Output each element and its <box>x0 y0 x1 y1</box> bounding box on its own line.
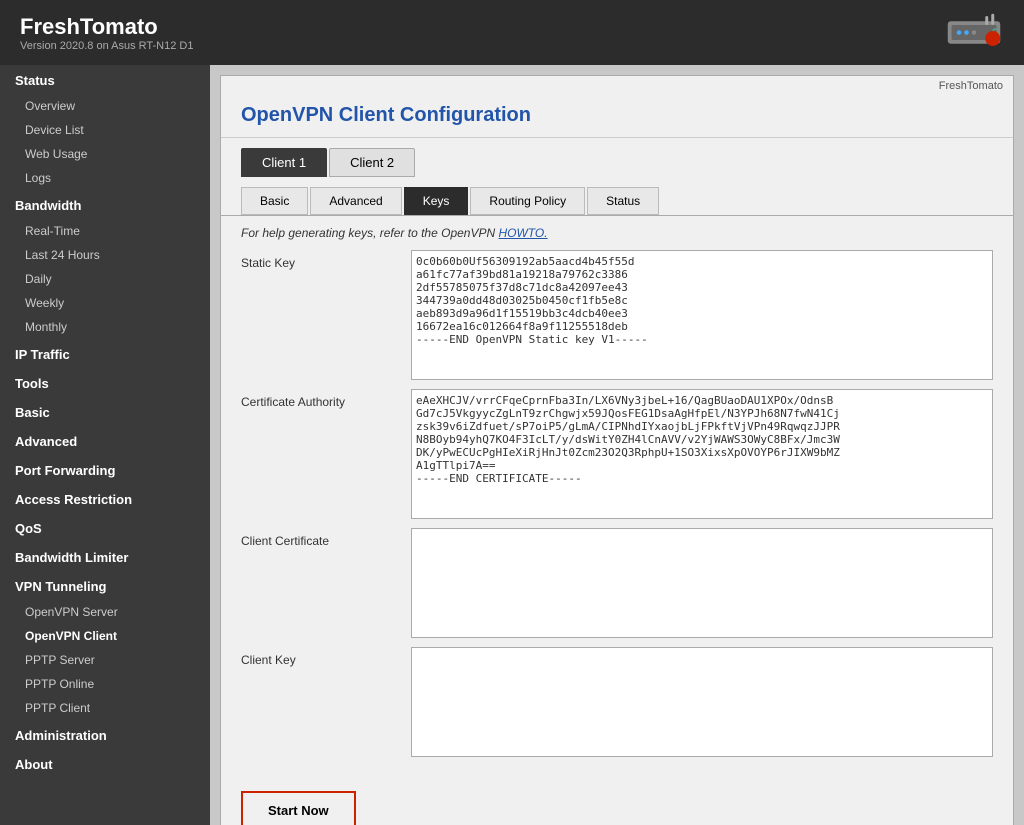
cert-authority-label: Certificate Authority <box>241 389 411 409</box>
content-breadcrumb: FreshTomato <box>221 76 1013 96</box>
sidebar: Status Overview Device List Web Usage Lo… <box>0 65 210 825</box>
client-key-label: Client Key <box>241 647 411 667</box>
sub-tabs: Basic Advanced Keys Routing Policy Statu… <box>221 177 1013 216</box>
client-cert-input[interactable] <box>411 528 993 638</box>
sidebar-item-pptp-client[interactable]: PPTP Client <box>0 696 210 720</box>
sidebar-section-access[interactable]: Access Restriction <box>0 484 210 513</box>
sidebar-item-realtime[interactable]: Real-Time <box>0 219 210 243</box>
tab-client1[interactable]: Client 1 <box>241 148 327 177</box>
sidebar-section-portfwd[interactable]: Port Forwarding <box>0 455 210 484</box>
sidebar-section-bwlimit[interactable]: Bandwidth Limiter <box>0 542 210 571</box>
sidebar-item-monthly[interactable]: Monthly <box>0 315 210 339</box>
subtab-routing[interactable]: Routing Policy <box>470 187 585 215</box>
sidebar-section-admin[interactable]: Administration <box>0 720 210 749</box>
howto-link[interactable]: HOWTO. <box>498 226 547 240</box>
sidebar-section-advanced[interactable]: Advanced <box>0 426 210 455</box>
start-now-area: Start Now <box>221 776 1013 825</box>
subtab-status[interactable]: Status <box>587 187 659 215</box>
sidebar-section-qos[interactable]: QoS <box>0 513 210 542</box>
content-area: FreshTomato OpenVPN Client Configuration… <box>210 65 1024 825</box>
sidebar-section-iptraffic[interactable]: IP Traffic <box>0 339 210 368</box>
app-subtitle: Version 2020.8 on Asus RT-N12 D1 <box>20 40 193 52</box>
sidebar-item-pptp-server[interactable]: PPTP Server <box>0 648 210 672</box>
subtab-advanced[interactable]: Advanced <box>310 187 401 215</box>
subtab-keys[interactable]: Keys <box>404 187 469 215</box>
help-text: For help generating keys, refer to the O… <box>221 216 1013 250</box>
sidebar-item-web-usage[interactable]: Web Usage <box>0 142 210 166</box>
sidebar-item-daily[interactable]: Daily <box>0 267 210 291</box>
cert-authority-input[interactable]: eAeXHCJV/vrrCFqeCprnFba3In/LX6VNy3jbeL+1… <box>411 389 993 519</box>
sidebar-item-openvpn-server[interactable]: OpenVPN Server <box>0 600 210 624</box>
sidebar-section-basic[interactable]: Basic <box>0 397 210 426</box>
top-header: FreshTomato Version 2020.8 on Asus RT-N1… <box>0 0 1024 65</box>
static-key-input[interactable]: 0c0b60b0Uf56309192ab5aacd4b45f55d a61fc7… <box>411 250 993 380</box>
sidebar-section-vpn[interactable]: VPN Tunneling <box>0 571 210 600</box>
logo-area: FreshTomato Version 2020.8 on Asus RT-N1… <box>20 14 193 52</box>
static-key-label: Static Key <box>241 250 411 270</box>
client-cert-label: Client Certificate <box>241 528 411 548</box>
main-layout: Status Overview Device List Web Usage Lo… <box>0 65 1024 825</box>
router-icon <box>944 10 1004 55</box>
start-now-button[interactable]: Start Now <box>241 791 356 825</box>
tab-client2[interactable]: Client 2 <box>329 148 415 177</box>
client-cert-row: Client Certificate <box>241 528 993 641</box>
static-key-row: Static Key 0c0b60b0Uf56309192ab5aacd4b45… <box>241 250 993 383</box>
sidebar-item-device-list[interactable]: Device List <box>0 118 210 142</box>
cert-authority-field: eAeXHCJV/vrrCFqeCprnFba3In/LX6VNy3jbeL+1… <box>411 389 993 522</box>
static-key-field: 0c0b60b0Uf56309192ab5aacd4b45f55d a61fc7… <box>411 250 993 383</box>
page-title: OpenVPN Client Configuration <box>221 96 1013 138</box>
sidebar-section-bandwidth[interactable]: Bandwidth <box>0 190 210 219</box>
sidebar-item-overview[interactable]: Overview <box>0 94 210 118</box>
sidebar-section-about[interactable]: About <box>0 749 210 778</box>
client-key-field <box>411 647 993 760</box>
help-text-prefix: For help generating keys, refer to the O… <box>241 226 498 240</box>
content-panel: FreshTomato OpenVPN Client Configuration… <box>220 75 1014 825</box>
client-key-row: Client Key <box>241 647 993 760</box>
sidebar-item-logs[interactable]: Logs <box>0 166 210 190</box>
sidebar-section-status[interactable]: Status <box>0 65 210 94</box>
form-area: Static Key 0c0b60b0Uf56309192ab5aacd4b45… <box>221 250 1013 776</box>
subtab-basic[interactable]: Basic <box>241 187 308 215</box>
sidebar-item-last24[interactable]: Last 24 Hours <box>0 243 210 267</box>
cert-authority-row: Certificate Authority eAeXHCJV/vrrCFqeCp… <box>241 389 993 522</box>
app-title: FreshTomato <box>20 14 193 40</box>
client-tabs: Client 1 Client 2 <box>221 138 1013 177</box>
client-cert-field <box>411 528 993 641</box>
sidebar-item-weekly[interactable]: Weekly <box>0 291 210 315</box>
sidebar-section-tools[interactable]: Tools <box>0 368 210 397</box>
sidebar-item-openvpn-client[interactable]: OpenVPN Client <box>0 624 210 648</box>
client-key-input[interactable] <box>411 647 993 757</box>
sidebar-item-pptp-online[interactable]: PPTP Online <box>0 672 210 696</box>
